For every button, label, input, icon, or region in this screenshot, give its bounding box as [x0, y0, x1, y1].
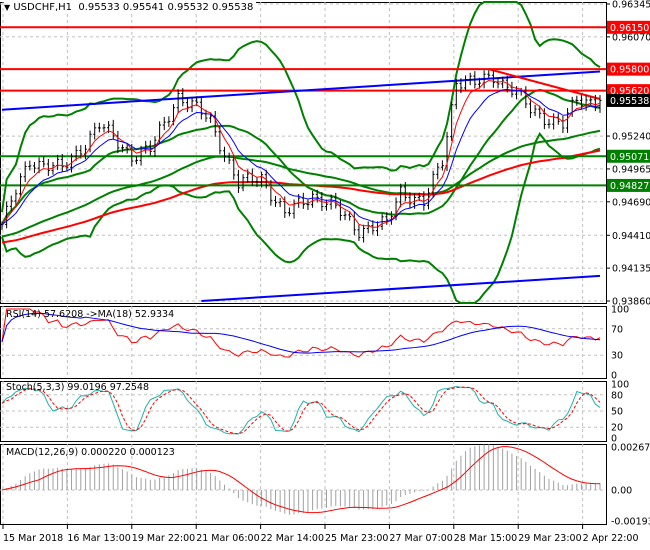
rsi-axis-label: 30 [611, 351, 623, 362]
time-label: 21 Mar 06:00 [196, 533, 259, 544]
trendline [488, 68, 601, 100]
symbol-label: USDCHF,H1 [13, 2, 73, 13]
main-panel-frame [0, 2, 607, 304]
stoch-label: Stoch(5,3,3) 99.0196 97.2548 [6, 382, 150, 393]
time-label: 22 Mar 14:00 [261, 533, 324, 544]
stoch-axis-label: 80 [611, 390, 623, 401]
level-label: 0.94827 [610, 181, 649, 192]
rsi-axis-label: 70 [611, 324, 623, 335]
price-axis-label: 0.94135 [612, 264, 650, 275]
level-label: 0.95800 [610, 65, 649, 76]
price-chart[interactable]: 15 Mar 2018 16 Mar 13:00 19 Mar 22:00 21 Ma… [0, 0, 650, 550]
time-label: 15 Mar 2018 [3, 533, 63, 544]
time-label: 28 Mar 15:00 [454, 533, 517, 544]
time-label: 2 Apr 22:00 [583, 533, 639, 544]
stoch-axis-label: 100 [611, 380, 629, 391]
macd-label: MACD(12,26,9) 0.000220 0.000123 [6, 447, 175, 458]
ohlc-values: 0.95533 0.95541 0.95532 0.95538 [78, 2, 254, 13]
price-axis-label: 0.94965 [612, 164, 650, 175]
stoch-axis-label: 50 [611, 407, 623, 418]
level-label: 0.96150 [610, 23, 649, 34]
dropdown-triangle-icon[interactable]: ▼ [4, 3, 10, 12]
time-label: 27 Mar 07:00 [389, 533, 452, 544]
ma-mid-line [1, 129, 601, 238]
time-label: 16 Mar 13:00 [67, 533, 130, 544]
macd-axis-label: -0.001931 [611, 517, 650, 528]
macd-axis-label: 0.002677 [611, 443, 650, 454]
stoch-axis-label: 20 [611, 423, 623, 434]
time-label: 29 Mar 23:00 [518, 533, 581, 544]
rsi-axis-label: 100 [611, 305, 629, 316]
price-axis-label: 0.96070 [612, 32, 650, 43]
trendline [201, 274, 601, 302]
time-label: 19 Mar 22:00 [132, 533, 195, 544]
current-price-label: 0.95538 [610, 96, 649, 107]
level-label: 0.95071 [610, 152, 649, 163]
price-axis-label: 0.94690 [612, 197, 650, 208]
header: ▼ USDCHF,H1 0.95533 0.95541 0.95532 0.95… [4, 2, 257, 13]
macd-axis-label: 0.00 [611, 485, 632, 496]
time-label: 25 Mar 23:00 [325, 533, 388, 544]
price-axis-label: 0.95240 [612, 132, 650, 143]
price-axis-label: 0.94410 [612, 231, 650, 242]
ma-long-line [1, 149, 601, 244]
rsi-label: RSI(14) 57.6208 ->MA(18) 52.9334 [6, 309, 175, 320]
price-axis-label: 0.96345 [612, 0, 650, 11]
